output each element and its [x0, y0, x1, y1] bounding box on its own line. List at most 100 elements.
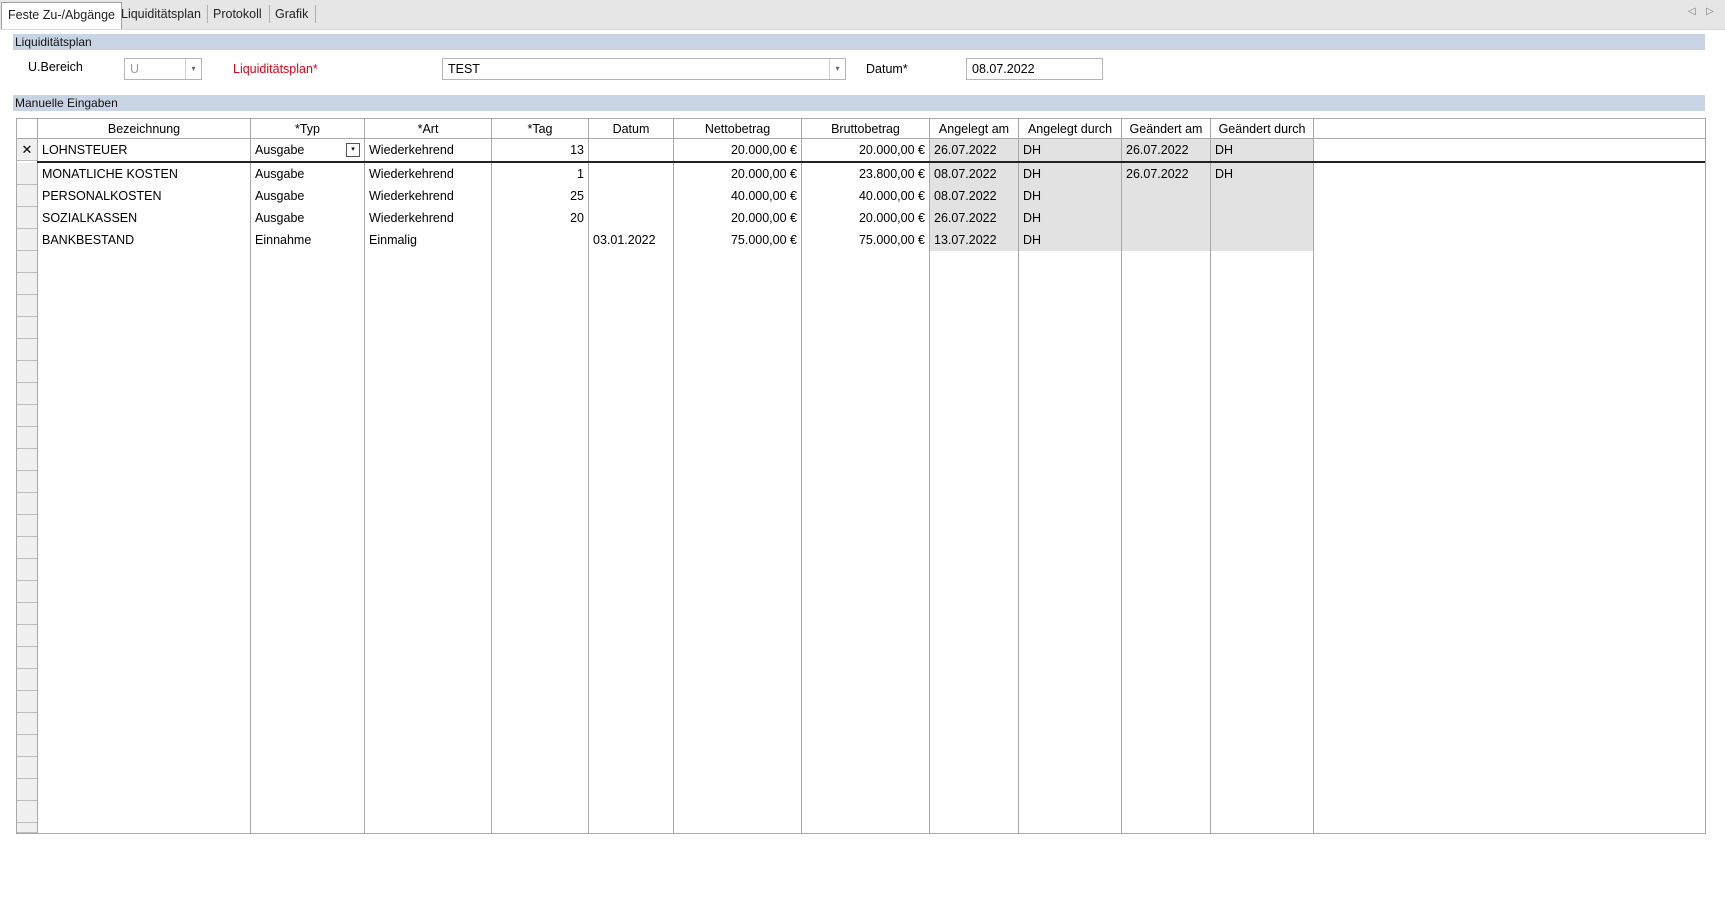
cell-typ[interactable]: Ausgabe [251, 185, 364, 207]
datum-value: 08.07.2022 [972, 62, 1035, 76]
row-selector[interactable] [17, 669, 37, 691]
row-selector[interactable] [17, 317, 37, 339]
cell-typ[interactable]: Ausgabe [251, 207, 364, 229]
cell-tag[interactable]: 13 [492, 139, 588, 161]
datum-input[interactable]: 08.07.2022 [966, 58, 1103, 80]
chevron-down-icon[interactable]: ▾ [346, 143, 360, 157]
cell-nettobetrag[interactable]: 40.000,00 € [674, 185, 801, 207]
cell-art[interactable]: Wiederkehrend [365, 185, 491, 207]
row-selector[interactable] [17, 647, 37, 669]
row-selector[interactable] [17, 229, 37, 251]
row-selector[interactable] [17, 207, 37, 229]
row-selector[interactable] [17, 515, 37, 537]
col-header-art[interactable]: *Art [365, 119, 491, 139]
tab-feste-zu-abgaenge[interactable]: Feste Zu-/Abgänge [1, 2, 123, 29]
cell-datum[interactable] [589, 207, 673, 229]
cell-geaendert-am [1122, 207, 1210, 229]
cell-geaendert-am: 26.07.2022 [1122, 139, 1210, 161]
cell-tag[interactable]: 25 [492, 185, 588, 207]
row-selector[interactable] [17, 581, 37, 603]
col-header-typ[interactable]: *Typ [251, 119, 364, 139]
cell-bruttobetrag[interactable]: 40.000,00 € [802, 185, 929, 207]
cell-bruttobetrag[interactable]: 75.000,00 € [802, 229, 929, 251]
row-selector[interactable] [17, 383, 37, 405]
cell-bezeichnung[interactable]: BANKBESTAND [38, 229, 250, 251]
cell-geaendert-durch: DH [1211, 163, 1313, 185]
row-selector[interactable] [17, 603, 37, 625]
cell-geaendert-am [1122, 229, 1210, 251]
cell-bezeichnung[interactable]: MONATLICHE KOSTEN [38, 163, 250, 185]
row-selector[interactable] [17, 735, 37, 757]
row-selector[interactable] [17, 559, 37, 581]
cell-nettobetrag[interactable]: 75.000,00 € [674, 229, 801, 251]
cell-bruttobetrag[interactable]: 23.800,00 € [802, 163, 929, 185]
row-selector[interactable] [17, 251, 37, 273]
cell-typ[interactable]: Einnahme [251, 229, 364, 251]
col-header-angelegt-am[interactable]: Angelegt am [930, 119, 1018, 139]
cell-bezeichnung[interactable]: SOZIALKASSEN [38, 207, 250, 229]
cell-art[interactable]: Wiederkehrend [365, 207, 491, 229]
row-selector[interactable] [17, 537, 37, 559]
col-header-datum[interactable]: Datum [589, 119, 673, 139]
row-selector[interactable] [17, 757, 37, 779]
row-selector[interactable] [17, 449, 37, 471]
col-header-geaendert-am[interactable]: Geändert am [1122, 119, 1210, 139]
cell-datum[interactable]: 03.01.2022 [589, 229, 673, 251]
cell-art[interactable]: Wiederkehrend [365, 163, 491, 185]
cell-art[interactable]: Wiederkehrend [365, 139, 491, 161]
row-selector[interactable] [17, 163, 37, 185]
cell-tag[interactable]: 20 [492, 207, 588, 229]
col-header-bruttobetrag[interactable]: Bruttobetrag [802, 119, 929, 139]
tab-scroll-left-icon[interactable]: ◁ [1688, 6, 1696, 17]
cell-nettobetrag[interactable]: 20.000,00 € [674, 207, 801, 229]
chevron-down-icon[interactable]: ▾ [829, 59, 845, 79]
tab-grafik[interactable]: Grafik [269, 2, 314, 26]
section-header-manual: Manuelle Eingaben [13, 95, 1705, 111]
col-header-bezeichnung[interactable]: Bezeichnung [38, 119, 250, 139]
cell-datum[interactable] [589, 139, 673, 161]
cell-bezeichnung[interactable]: LOHNSTEUER [38, 139, 250, 161]
row-selector[interactable] [17, 273, 37, 295]
cell-angelegt-durch: DH [1019, 139, 1121, 161]
cell-datum[interactable] [589, 163, 673, 185]
cell-art[interactable]: Einmalig [365, 229, 491, 251]
cell-angelegt-am: 26.07.2022 [930, 207, 1018, 229]
cell-nettobetrag[interactable]: 20.000,00 € [674, 163, 801, 185]
cell-geaendert-am [1122, 185, 1210, 207]
row-selector[interactable] [17, 339, 37, 361]
col-header-angelegt-durch[interactable]: Angelegt durch [1019, 119, 1121, 139]
tab-liquiditaetsplan[interactable]: Liquiditätsplan [115, 2, 207, 26]
cell-bruttobetrag[interactable]: 20.000,00 € [802, 139, 929, 161]
cell-tag[interactable] [492, 229, 588, 251]
row-selector[interactable] [17, 471, 37, 493]
col-header-tag[interactable]: *Tag [492, 119, 588, 139]
cell-typ[interactable]: Ausgabe [251, 163, 364, 185]
row-selector[interactable] [17, 295, 37, 317]
ubereich-select[interactable]: U ▾ [124, 58, 202, 80]
tab-protokoll[interactable]: Protokoll [207, 2, 268, 26]
tab-separator [315, 5, 316, 23]
tab-scroll-right-icon[interactable]: ▷ [1706, 6, 1714, 17]
row-selector[interactable] [17, 779, 37, 801]
cell-bezeichnung[interactable]: PERSONALKOSTEN [38, 185, 250, 207]
col-header-nettobetrag[interactable]: Nettobetrag [674, 119, 801, 139]
cell-tag[interactable]: 1 [492, 163, 588, 185]
col-header-geaendert-durch[interactable]: Geändert durch [1211, 119, 1313, 139]
row-selector[interactable]: ✕ [17, 139, 37, 161]
row-selector[interactable] [17, 801, 37, 823]
row-selector[interactable] [17, 427, 37, 449]
row-selector[interactable] [17, 691, 37, 713]
row-selector[interactable] [17, 713, 37, 735]
row-selector[interactable] [17, 405, 37, 427]
cell-nettobetrag[interactable]: 20.000,00 € [674, 139, 801, 161]
row-selector[interactable] [17, 823, 37, 833]
chevron-down-icon[interactable]: ▾ [185, 59, 201, 79]
row-selector[interactable] [17, 493, 37, 515]
cell-datum[interactable] [589, 185, 673, 207]
cell-bruttobetrag[interactable]: 20.000,00 € [802, 207, 929, 229]
row-selector[interactable] [17, 185, 37, 207]
row-selector[interactable] [17, 625, 37, 647]
liquiditaetsplan-select[interactable]: TEST ▾ [442, 58, 846, 80]
row-selector[interactable] [17, 361, 37, 383]
cell-angelegt-durch: DH [1019, 185, 1121, 207]
